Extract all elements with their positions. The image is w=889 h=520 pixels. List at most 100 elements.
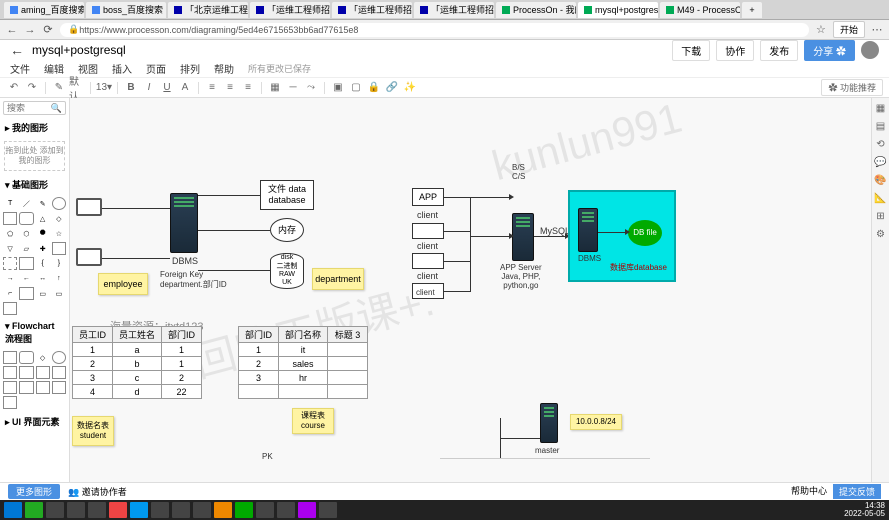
feedback-button[interactable]: 提交反馈 bbox=[833, 484, 881, 499]
dbms-server-icon[interactable] bbox=[578, 208, 598, 252]
italic-icon[interactable]: I bbox=[141, 80, 157, 96]
memory-node[interactable]: 内存 bbox=[270, 218, 304, 242]
menu-file[interactable]: 文件 bbox=[10, 61, 30, 76]
back-icon[interactable]: ▢ bbox=[348, 80, 364, 96]
menu-insert[interactable]: 插入 bbox=[112, 61, 132, 76]
fill-icon[interactable]: ▦ bbox=[267, 80, 283, 96]
shape-cube[interactable] bbox=[19, 257, 33, 270]
server-icon[interactable] bbox=[170, 193, 198, 253]
shape-parallel[interactable]: ▱ bbox=[19, 242, 33, 255]
connector-icon[interactable]: ⤳ bbox=[303, 80, 319, 96]
client-node[interactable] bbox=[412, 223, 444, 239]
shape-arrow-l[interactable]: ← bbox=[19, 272, 33, 285]
fc-a[interactable] bbox=[3, 366, 17, 379]
brush-icon[interactable]: ✎ bbox=[51, 80, 67, 96]
align-left-icon[interactable]: ≡ bbox=[204, 80, 220, 96]
master-server-icon[interactable] bbox=[540, 403, 558, 443]
history-icon[interactable]: ⟲ bbox=[875, 138, 887, 150]
course-sticky[interactable]: 课程表 course bbox=[292, 408, 334, 434]
star-icon[interactable]: ☆ bbox=[815, 24, 827, 36]
shape-diamond[interactable]: ◇ bbox=[52, 212, 66, 225]
fc-b[interactable] bbox=[19, 366, 33, 379]
dbfile-node[interactable]: DB file bbox=[628, 220, 662, 246]
menu-icon[interactable]: ⋯ bbox=[871, 24, 883, 36]
shape-note[interactable]: ▭ bbox=[52, 287, 66, 300]
layers-icon[interactable]: ▤ bbox=[875, 120, 887, 132]
shape-sq[interactable] bbox=[19, 287, 33, 300]
forward-icon[interactable]: → bbox=[24, 24, 36, 36]
client-node[interactable] bbox=[412, 253, 444, 269]
style-icon[interactable]: 🎨 bbox=[875, 174, 887, 186]
section-my-shapes[interactable]: ▸ 我的图形 bbox=[0, 118, 69, 137]
shape-roundrect[interactable] bbox=[19, 212, 33, 225]
back-icon[interactable]: ← bbox=[6, 24, 18, 36]
shape-octagon[interactable]: ⯃ bbox=[36, 227, 50, 240]
taskbar-app-icon[interactable] bbox=[46, 502, 64, 518]
taskbar-app-icon[interactable] bbox=[235, 502, 253, 518]
employee-sticky[interactable]: employee bbox=[98, 273, 148, 295]
url-input[interactable]: 🔒 https://www.processon.com/diagraming/5… bbox=[60, 23, 809, 37]
fc-h[interactable] bbox=[52, 381, 66, 394]
disk-node[interactable]: disk 二进制 RAW UK bbox=[270, 253, 304, 289]
browser-tab[interactable]: M49 - ProcessOn× bbox=[660, 2, 740, 18]
grid-icon[interactable]: ⊞ bbox=[875, 210, 887, 222]
taskbar-app-icon[interactable] bbox=[298, 502, 316, 518]
browser-tab-active[interactable]: mysql+postgresql - P× bbox=[578, 2, 658, 18]
redo-icon[interactable]: ↷ bbox=[24, 80, 40, 96]
font-icon[interactable]: 默认 bbox=[69, 80, 85, 96]
browser-tab[interactable]: 「运维工程师招聘」× bbox=[332, 2, 412, 18]
shape-arrow-lr[interactable]: ↔ bbox=[36, 272, 50, 285]
browser-tab[interactable]: aming_百度搜索× bbox=[4, 2, 84, 18]
shape-arrow-r[interactable]: → bbox=[3, 272, 17, 285]
shape-box[interactable] bbox=[52, 242, 66, 255]
search-input[interactable]: 🔍 bbox=[3, 101, 66, 115]
student-sticky[interactable]: 数据名表 student bbox=[72, 416, 114, 446]
section-flowchart[interactable]: ▾ Flowchart 流程图 bbox=[0, 318, 69, 348]
taskbar-app-icon[interactable] bbox=[319, 502, 337, 518]
line-icon[interactable]: ─ bbox=[285, 80, 301, 96]
invite-button[interactable]: 👥 邀请协作者 bbox=[68, 485, 127, 498]
shape-pencil[interactable]: ✎ bbox=[36, 197, 50, 210]
fc-i[interactable] bbox=[3, 396, 17, 409]
fc-e[interactable] bbox=[3, 381, 17, 394]
reload-icon[interactable]: ⟳ bbox=[42, 24, 54, 36]
fontsize-icon[interactable]: 13▾ bbox=[96, 80, 112, 96]
shape-blank[interactable] bbox=[3, 302, 17, 315]
shape-rect[interactable] bbox=[3, 212, 17, 225]
collab-button[interactable]: 协作 bbox=[716, 40, 754, 61]
fc-f[interactable] bbox=[19, 381, 33, 394]
browser-tab[interactable]: 「运维工程师招聘」× bbox=[414, 2, 494, 18]
department-table[interactable]: 部门ID部门名称标题 3 1it 2sales 3hr bbox=[238, 326, 368, 399]
settings-icon[interactable]: ⚙ bbox=[875, 228, 887, 240]
underline-icon[interactable]: U bbox=[159, 80, 175, 96]
shape-hexagon[interactable]: ⬡ bbox=[19, 227, 33, 240]
department-sticky[interactable]: department bbox=[312, 268, 364, 290]
taskbar-app-icon[interactable] bbox=[172, 502, 190, 518]
file-db-node[interactable]: 文件 data database bbox=[260, 180, 314, 210]
align-center-icon[interactable]: ≡ bbox=[222, 80, 238, 96]
menu-arrange[interactable]: 排列 bbox=[180, 61, 200, 76]
laptop-icon[interactable] bbox=[76, 248, 102, 266]
shape-bracket-l[interactable]: { bbox=[36, 257, 50, 270]
taskbar-app-icon[interactable] bbox=[277, 502, 295, 518]
taskbar-app-icon[interactable] bbox=[130, 502, 148, 518]
canvas[interactable]: kunlun991 回收正版课+: 海量资源：itxtd123 DBMS For… bbox=[70, 98, 871, 482]
fc-circ[interactable] bbox=[52, 351, 66, 364]
ip-sticky[interactable]: 10.0.0.8/24 bbox=[570, 414, 622, 430]
shape-cross[interactable]: ✚ bbox=[36, 242, 50, 255]
taskbar-app-icon[interactable] bbox=[151, 502, 169, 518]
taskbar-app-icon[interactable] bbox=[256, 502, 274, 518]
shape-bracket-r[interactable]: } bbox=[52, 257, 66, 270]
browser-tab[interactable]: 「运维工程师招聘」× bbox=[250, 2, 330, 18]
shape-corner[interactable]: ⌐ bbox=[3, 287, 17, 300]
shape-line[interactable]: ／ bbox=[19, 197, 33, 210]
color-icon[interactable]: A bbox=[177, 80, 193, 96]
doc-title[interactable]: mysql+postgresql bbox=[32, 43, 126, 57]
shape-arrow-u[interactable]: ↑ bbox=[52, 272, 66, 285]
taskbar-clock[interactable]: 14:382022-05-05 bbox=[844, 502, 885, 518]
bold-icon[interactable]: B bbox=[123, 80, 139, 96]
shape-frame[interactable]: ▭ bbox=[36, 287, 50, 300]
shape-circle[interactable] bbox=[52, 197, 66, 210]
avatar[interactable] bbox=[861, 41, 879, 59]
share-button[interactable]: 分享 ✿ bbox=[804, 40, 855, 61]
